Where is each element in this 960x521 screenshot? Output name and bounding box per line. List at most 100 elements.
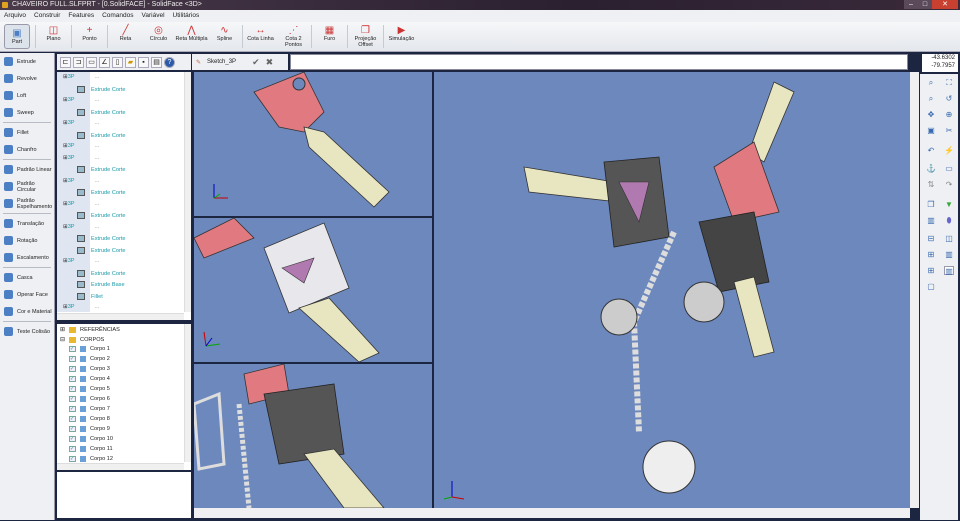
sketch-node[interactable]: ⊞3P... [63, 178, 99, 184]
body-item[interactable]: ✓ Corpo 4 [69, 376, 110, 382]
confirm-sketch-button[interactable]: ✔ [252, 57, 260, 68]
viewport-top-left[interactable] [194, 72, 432, 216]
body-item[interactable]: ✓ Corpo 3 [69, 366, 110, 372]
command-operar-face[interactable]: Operar Face [0, 286, 54, 303]
command-cor-e-material[interactable]: Cor e Material [0, 303, 54, 320]
body-item[interactable]: ✓ Corpo 7 [69, 406, 110, 412]
dimension-points-button[interactable]: ⋰ Cota 2 Pontos [277, 22, 310, 51]
rotate-icon[interactable]: ✥ [926, 110, 936, 119]
edit-icon[interactable]: ∠ [99, 56, 110, 68]
sketch-node[interactable]: ⊞3P... [63, 201, 99, 207]
zoom-in-icon[interactable]: ⊕ [944, 110, 954, 119]
print-icon[interactable]: ▤ [151, 56, 162, 68]
bodies-node[interactable]: ⊟ CORPOS [60, 336, 104, 343]
redo-undo-icon[interactable]: ↷ [944, 180, 954, 189]
layout-horizontal-icon[interactable]: ⊟ [926, 234, 936, 243]
menu-5[interactable]: Utilitários [173, 10, 200, 22]
part-button[interactable]: ▣ Part [4, 24, 30, 49]
sketch-node[interactable]: ⊞3P... [63, 155, 99, 161]
visibility-checkbox[interactable]: ✓ [69, 346, 76, 352]
viewport-middle-left[interactable] [194, 218, 432, 362]
feature-item[interactable]: Extrude Base [77, 281, 125, 288]
zoom-fit-icon[interactable]: ⛶ [944, 78, 954, 87]
sketch-node[interactable]: ⊞3P... [63, 74, 99, 80]
command-padrão-circular[interactable]: Padrão Circular [0, 178, 54, 195]
body-item[interactable]: ✓ Corpo 10 [69, 436, 113, 442]
point-button[interactable]: + Ponto [73, 22, 106, 51]
feature-item[interactable]: Extrude Corte [77, 108, 126, 116]
command-chanfro[interactable]: Chanfro [0, 141, 54, 158]
body-item[interactable]: ✓ Corpo 11 [69, 446, 113, 452]
command-translação[interactable]: Translação [0, 215, 54, 232]
viewport-main[interactable] [434, 72, 910, 508]
line-button[interactable]: ╱ Reta [109, 22, 142, 51]
bodies-vertical-scrollbar[interactable] [184, 324, 191, 462]
view-cube-icon[interactable]: ❐ [926, 200, 936, 209]
sketch-node[interactable]: ⊞3P... [63, 120, 99, 126]
feature-item[interactable]: Extrude Corte [77, 235, 126, 242]
part-view-icon[interactable]: ⊐ [73, 56, 84, 68]
command-teste-colisão[interactable]: Teste Colisão [0, 323, 54, 340]
feature-item[interactable]: Extrude Corte [77, 246, 126, 254]
zoom-window-icon[interactable]: ⌕ [926, 94, 936, 103]
tools-icon[interactable]: ✂ [944, 126, 954, 135]
maximize-button[interactable]: □ [918, 0, 932, 9]
menu-4[interactable]: Variável [142, 10, 165, 22]
viewport-vertical-scrollbar[interactable] [910, 72, 919, 508]
command-extrude[interactable]: Extrude [0, 53, 54, 70]
plane-button[interactable]: ◫ Plano [37, 22, 70, 51]
command-padrão-linear[interactable]: Padrão Linear [0, 161, 54, 178]
visibility-checkbox[interactable]: ✓ [69, 356, 76, 362]
offset-projection-button[interactable]: ❐ Projeção Offset [349, 22, 382, 51]
visibility-checkbox[interactable]: ✓ [69, 446, 76, 452]
feature-item[interactable]: Extrude Corte [77, 212, 126, 219]
flip-icon[interactable]: ⇅ [926, 180, 936, 189]
menu-0[interactable]: Arquivo [4, 10, 26, 22]
visibility-checkbox[interactable]: ✓ [69, 436, 76, 442]
close-button[interactable]: ✕ [932, 0, 958, 9]
circle-button[interactable]: ◎ Círculo [142, 22, 175, 51]
command-padrão-espelhamento[interactable]: Padrão Espelhamento [0, 195, 54, 212]
tree-vertical-scrollbar[interactable] [184, 72, 191, 312]
tree-horizontal-scrollbar[interactable] [57, 313, 184, 320]
zoom-icon[interactable]: ⌕ [926, 78, 936, 87]
command-casca[interactable]: Casca [0, 269, 54, 286]
viewport-horizontal-scrollbar[interactable] [194, 508, 910, 518]
filter-icon[interactable]: ▼ [944, 200, 954, 209]
body-item[interactable]: ✓ Corpo 8 [69, 416, 110, 422]
body-item[interactable]: ✓ Corpo 5 [69, 386, 110, 392]
new-file-icon[interactable]: ▯ [112, 56, 123, 68]
layout-single-icon[interactable]: ▢ [926, 282, 936, 291]
visibility-checkbox[interactable]: ✓ [69, 396, 76, 402]
save-icon[interactable]: ▪ [138, 56, 149, 68]
visibility-checkbox[interactable]: ✓ [69, 406, 76, 412]
command-fillet[interactable]: Fillet [0, 124, 54, 141]
layout-three-icon[interactable]: ⊞ [926, 250, 936, 259]
command-sweep[interactable]: Sweep [0, 104, 54, 121]
sketch-node[interactable]: ⊞3P... [63, 224, 99, 230]
references-node[interactable]: ⊞ REFERÊNCIAS [60, 326, 120, 333]
visibility-checkbox[interactable]: ✓ [69, 386, 76, 392]
command-revolve[interactable]: Revolve [0, 70, 54, 87]
spline-button[interactable]: ∿ Spline [208, 22, 241, 51]
visibility-checkbox[interactable]: ✓ [69, 416, 76, 422]
visibility-checkbox[interactable]: ✓ [69, 456, 76, 462]
visibility-checkbox[interactable]: ✓ [69, 376, 76, 382]
display-mode-icon[interactable]: ▥ [926, 216, 936, 225]
sketch-view-icon[interactable]: ⊏ [60, 56, 71, 68]
body-item[interactable]: ✓ Corpo 9 [69, 426, 110, 432]
viewport-bottom-left[interactable] [194, 364, 432, 508]
open-folder-icon[interactable]: ▰ [125, 56, 136, 68]
simulation-button[interactable]: ▶ Simulação [385, 22, 418, 51]
feature-item[interactable]: Extrude Corte [77, 189, 126, 196]
section-icon[interactable]: ▭ [944, 164, 954, 173]
material-icon[interactable]: ⬮ [944, 216, 954, 225]
command-escalamento[interactable]: Escalamento [0, 249, 54, 266]
sketch-node[interactable]: ⊞3P... [63, 97, 99, 103]
body-item[interactable]: ✓ Corpo 6 [69, 396, 110, 402]
bodies-horizontal-scrollbar[interactable] [57, 463, 184, 470]
body-item[interactable]: ✓ Corpo 1 [69, 346, 110, 352]
hole-button[interactable]: ▦ Furo [313, 22, 346, 51]
sketch-node[interactable]: ⊞3P... [63, 258, 99, 264]
body-item[interactable]: ✓ Corpo 2 [69, 356, 110, 362]
